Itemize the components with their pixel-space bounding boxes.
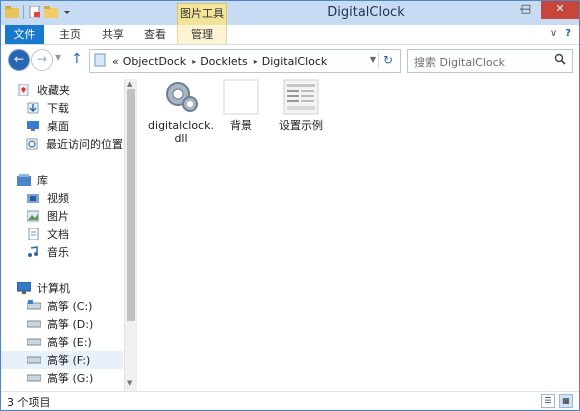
breadcrumb-overflow[interactable]: « (112, 55, 119, 68)
qat-separator (23, 5, 24, 19)
window-title: DigitalClock (327, 5, 405, 20)
videos-icon (27, 192, 41, 204)
title-bar: 图片工具 DigitalClock — ✕ □ (1, 1, 579, 26)
drive-icon (26, 300, 42, 312)
up-arrow-icon[interactable]: ↑ (71, 51, 83, 67)
tab-share[interactable]: 共享 (93, 25, 133, 44)
view-switcher: ☰ ▦ (541, 394, 573, 408)
scroll-up-icon[interactable]: ▲ (127, 80, 132, 88)
large-icons-view-icon[interactable]: ▦ (559, 394, 573, 408)
breadcrumb-separator[interactable]: ▸ (192, 57, 196, 66)
nav-item-drive-f[interactable]: 高筝 (F:) (1, 351, 123, 369)
nav-pane-scrollbar[interactable]: ▲ ▼ (124, 79, 137, 391)
nav-item-music[interactable]: 音乐 (1, 243, 123, 261)
back-button[interactable]: ← (8, 49, 30, 71)
image-settings-screenshot-icon (283, 79, 319, 115)
drive-icon (26, 354, 42, 366)
breadcrumb-digitalclock[interactable]: DigitalClock (262, 55, 328, 68)
breadcrumb-objectdock[interactable]: ObjectDock (123, 55, 186, 68)
address-dropdown-icon[interactable]: ▼ (370, 55, 376, 64)
nav-libraries[interactable]: 库 (1, 171, 123, 189)
close-button[interactable]: ✕ (541, 1, 579, 19)
favorites-star-icon (17, 83, 31, 97)
nav-item-videos[interactable]: 视频 (1, 189, 123, 207)
documents-icon (27, 227, 41, 241)
navigation-bar: ← → ▼ ↑ « ObjectDock ▸ Docklets ▸ Digita… (1, 45, 579, 75)
address-folder-icon (94, 53, 108, 70)
new-folder-icon[interactable] (44, 5, 58, 19)
nav-item-drive-e[interactable]: 高筝 (E:) (1, 333, 123, 351)
nav-item-pictures[interactable]: 图片 (1, 207, 123, 225)
desktop-icon (27, 120, 41, 132)
nav-item-drive-g[interactable]: 高筝 (G:) (1, 369, 123, 387)
tab-view[interactable]: 查看 (135, 25, 175, 44)
computer-icon (16, 281, 32, 294)
ribbon-tabs: 文件 主页 共享 查看 管理 ∨ ? (1, 25, 579, 45)
tab-home[interactable]: 主页 (51, 25, 89, 44)
libraries-icon (17, 174, 31, 186)
nav-favorites[interactable]: 收藏夹 (1, 81, 123, 99)
properties-icon[interactable] (28, 5, 42, 19)
scrollbar-thumb[interactable] (127, 89, 135, 321)
recent-locations-dropdown-icon[interactable]: ▼ (55, 53, 61, 62)
nav-computer[interactable]: 计算机 (1, 279, 123, 297)
ribbon-right-controls: ∨ ? (550, 28, 571, 39)
file-item[interactable]: 设置示例 (265, 79, 337, 132)
folder-icon[interactable] (5, 5, 19, 19)
refresh-icon[interactable]: ↻ (378, 52, 397, 68)
forward-button[interactable]: → (31, 49, 53, 71)
qat-dropdown-icon[interactable] (60, 5, 74, 19)
breadcrumb-separator[interactable]: ▸ (254, 57, 258, 66)
breadcrumb-docklets[interactable]: Docklets (200, 55, 248, 68)
downloads-icon (27, 102, 41, 114)
scroll-down-icon[interactable]: ▼ (127, 379, 132, 387)
drive-icon (26, 318, 42, 330)
pictures-icon (26, 210, 41, 222)
nav-item-documents[interactable]: 文档 (1, 225, 123, 243)
explorer-window: 图片工具 DigitalClock — ✕ □ 文件 主页 共享 查看 管理 ∨… (0, 0, 580, 411)
image-blank-icon (223, 79, 259, 115)
tab-file[interactable]: 文件 (5, 25, 44, 44)
drive-icon (26, 336, 42, 348)
nav-item-drive-d[interactable]: 高筝 (D:) (1, 315, 123, 333)
nav-item-drive-c[interactable]: 高筝 (C:) (1, 297, 123, 315)
search-box[interactable]: 搜索 DigitalClock (407, 49, 573, 73)
details-view-icon[interactable]: ☰ (541, 394, 555, 408)
file-list: digitalclock.dll 背景 设置示例 (137, 79, 579, 391)
dll-gear-icon (163, 79, 199, 115)
nav-item-downloads[interactable]: 下载 (1, 99, 123, 117)
address-bar[interactable]: « ObjectDock ▸ Docklets ▸ DigitalClock ▼… (89, 49, 401, 73)
navigation-pane: 收藏夹 下载 桌面 最近访问的位置 库 视频 图片 文档 音乐 计算机 高筝 (… (1, 79, 123, 391)
nav-item-recent-places[interactable]: 最近访问的位置 (1, 135, 123, 153)
maximize-button[interactable]: □ (515, 1, 537, 19)
item-count: 3 个项目 (7, 396, 51, 409)
drive-icon (26, 372, 42, 384)
expand-ribbon-icon[interactable]: ∨ (550, 28, 557, 39)
recent-places-icon (26, 138, 40, 150)
nav-item-desktop[interactable]: 桌面 (1, 117, 123, 135)
help-icon[interactable]: ? (565, 28, 571, 39)
tab-manage[interactable]: 管理 (177, 25, 227, 44)
search-icon[interactable] (554, 53, 566, 68)
status-bar: 3 个项目 ☰ ▦ (1, 391, 579, 410)
quick-access-toolbar (5, 5, 74, 19)
file-name: 设置示例 (279, 119, 323, 132)
picture-tools-tab: 图片工具 (177, 3, 227, 26)
music-icon (27, 246, 41, 258)
search-placeholder: 搜索 DigitalClock (414, 56, 506, 69)
